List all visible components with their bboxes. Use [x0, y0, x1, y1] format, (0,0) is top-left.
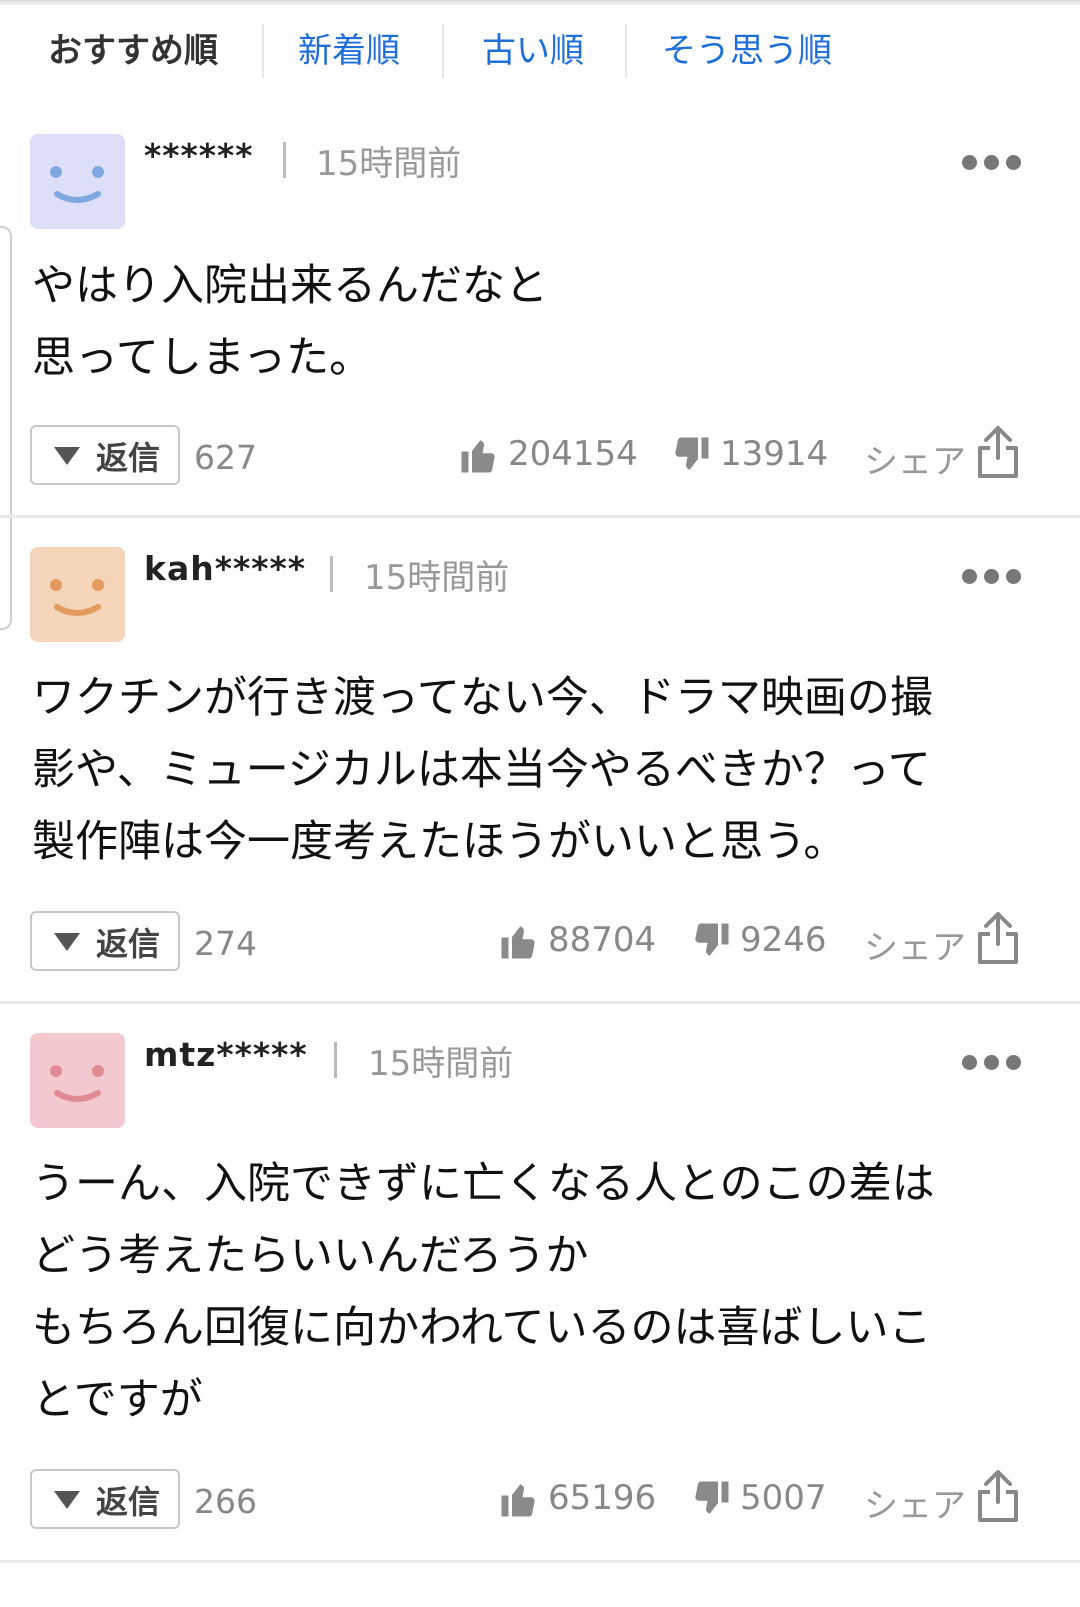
avatar[interactable]: [30, 547, 125, 642]
avatar[interactable]: [30, 1033, 125, 1128]
thumbs-up-icon: [461, 440, 495, 473]
chevron-down-icon: [54, 1491, 80, 1509]
comment-body: やはり入院出来るんだなと 思ってしまった。: [32, 261, 548, 383]
avatar[interactable]: [30, 134, 125, 229]
reply-count: 627: [194, 438, 257, 477]
comment-body: ワクチンが行き渡ってない今、ドラマ映画の撮 影や、ミュージカルは本当今やるべきか…: [32, 673, 933, 867]
dislike-count: 9246: [740, 920, 827, 960]
thumbs-down-icon: [695, 923, 729, 956]
share-icon[interactable]: [976, 1468, 1020, 1524]
reply-label: 返信: [96, 1483, 161, 1521]
timestamp: 15時間前: [316, 144, 462, 184]
like-count: 88704: [548, 920, 657, 960]
thumbs-up-icon: [501, 1484, 535, 1517]
reply-button[interactable]: 返信: [30, 1469, 180, 1529]
reply-label: 返信: [96, 925, 161, 963]
smiley-face-icon: [50, 579, 104, 616]
share-icon[interactable]: [976, 424, 1020, 480]
reply-button[interactable]: 返信: [30, 911, 180, 971]
username[interactable]: ******: [144, 136, 254, 175]
timestamp: 15時間前: [364, 558, 510, 598]
tab-oldest[interactable]: 古い順: [482, 20, 584, 82]
more-options-icon[interactable]: [962, 569, 1024, 589]
meta-divider: [330, 556, 333, 592]
meta-divider: [334, 1042, 337, 1078]
comment-body: うーん、入院できずに亡くなる人とのこの差は どう考えたらいいんだろうか もちろん…: [32, 1159, 935, 1425]
username[interactable]: mtz*****: [144, 1035, 308, 1074]
sort-tabs: おすすめ順 新着順 古い順 そう思う順: [0, 20, 1080, 82]
thread-indicator: [0, 226, 12, 630]
share-label[interactable]: シェア: [864, 920, 966, 969]
like-count: 65196: [548, 1478, 657, 1518]
tab-newest[interactable]: 新着順: [298, 20, 400, 82]
comment-divider: [0, 515, 1080, 518]
tab-divider: [625, 24, 627, 78]
reply-label: 返信: [96, 439, 161, 477]
top-shadow: [0, 0, 1080, 6]
more-options-icon[interactable]: [962, 1055, 1024, 1075]
share-label[interactable]: シェア: [864, 1478, 966, 1527]
tab-divider: [262, 24, 264, 78]
smiley-face-icon: [50, 1065, 104, 1102]
timestamp: 15時間前: [368, 1044, 514, 1084]
tab-most-agreed[interactable]: そう思う順: [662, 20, 832, 82]
more-options-icon[interactable]: [962, 155, 1024, 175]
reply-count: 274: [194, 924, 257, 963]
dislike-count: 13914: [720, 434, 829, 474]
share-label[interactable]: シェア: [864, 434, 966, 483]
smiley-face-icon: [50, 166, 104, 203]
tab-recommended[interactable]: おすすめ順: [48, 20, 218, 82]
like-count: 204154: [508, 434, 638, 474]
dislike-count: 5007: [740, 1478, 827, 1518]
reply-count: 266: [194, 1482, 257, 1521]
comment-divider: [0, 1001, 1080, 1004]
comment-divider: [0, 1560, 1080, 1563]
meta-divider: [283, 142, 286, 178]
chevron-down-icon: [54, 933, 80, 951]
thumbs-down-icon: [695, 1481, 729, 1514]
thumbs-up-icon: [501, 926, 535, 959]
share-icon[interactable]: [976, 910, 1020, 966]
username[interactable]: kah*****: [144, 549, 306, 588]
chevron-down-icon: [54, 447, 80, 465]
tab-divider: [442, 24, 444, 78]
reply-button[interactable]: 返信: [30, 425, 180, 485]
thumbs-down-icon: [675, 437, 709, 470]
